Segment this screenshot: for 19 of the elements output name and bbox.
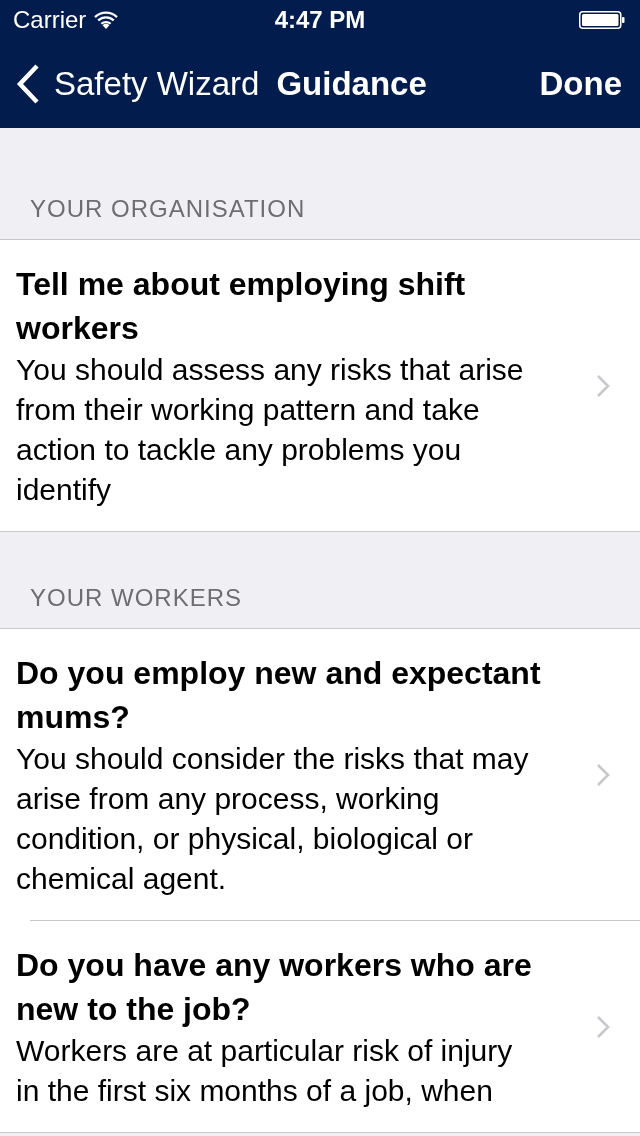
battery-icon	[579, 11, 625, 29]
row-title: Do you have any workers who are new to the job?	[16, 946, 533, 1029]
chevron-right-icon	[596, 374, 610, 398]
chevron-right-icon	[596, 1015, 610, 1039]
chevron-left-icon	[16, 64, 40, 104]
row-title: Tell me about employing shift workers	[16, 265, 467, 348]
row-title: Do you employ new and expectant mums?	[16, 654, 542, 737]
done-button[interactable]: Done	[539, 64, 622, 104]
section-header: YOUR ORGANISATION	[30, 195, 306, 223]
row-description: You should consider the risks that may arise from any process, working condition, or physical, biological or chemical agent.	[16, 741, 530, 897]
section-header: YOUR WORKERS	[30, 584, 242, 612]
carrier-label: Carrier	[13, 6, 87, 34]
wifi-icon	[94, 11, 119, 29]
back-button[interactable]: Safety Wizard	[16, 64, 260, 104]
chevron-right-icon	[596, 763, 610, 787]
status-time: 4:47 PM	[274, 6, 366, 34]
row-description: Workers are at particular risk of injury in the first six months of a job, when	[16, 1033, 514, 1109]
nav-title: Guidance	[276, 64, 427, 104]
row-description: You should assess any risks that arise from their working pattern and take action to tackle any problems you identify	[16, 352, 525, 508]
